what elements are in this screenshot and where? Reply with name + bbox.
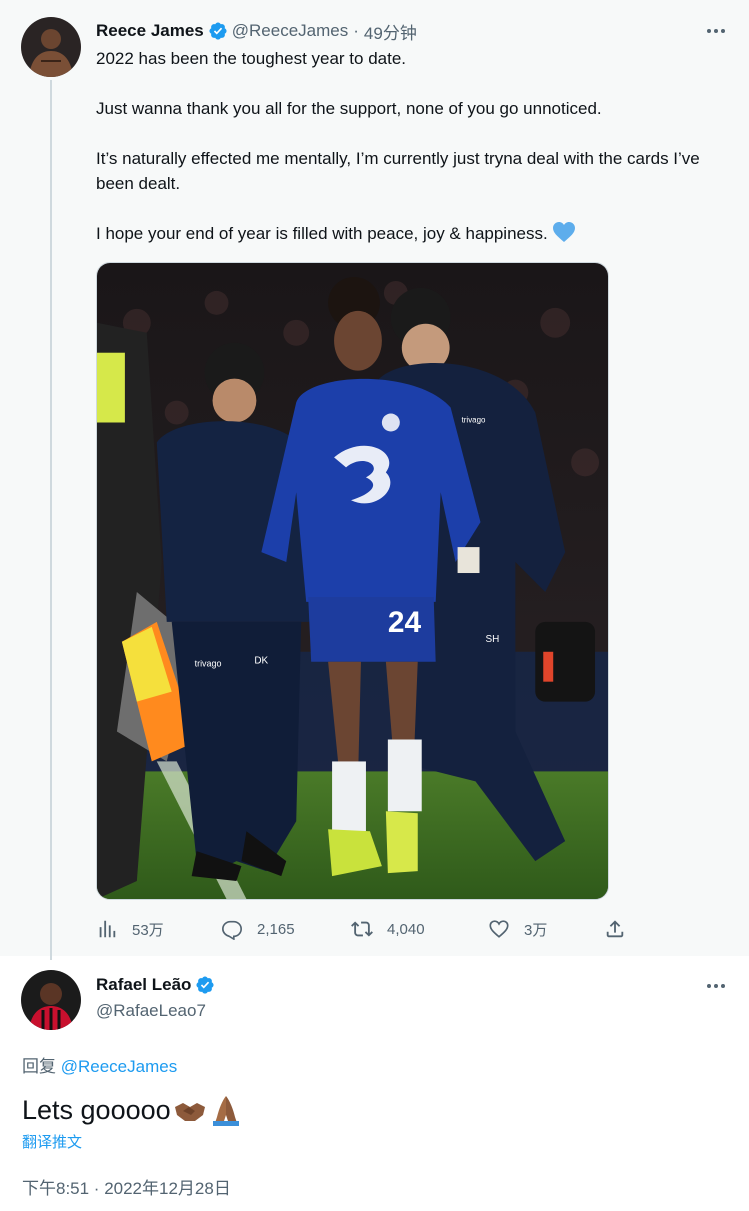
retweet-icon <box>351 921 373 937</box>
separator-dot: · <box>353 21 359 40</box>
tweet-paragraph-2: Just wanna thank you all for the support… <box>96 99 602 118</box>
likes-count: 3万 <box>524 921 548 939</box>
tweet-paragraph-3: It’s naturally effected me mentally, I’m… <box>96 149 700 193</box>
tweet-action-bar: 53万 2,165 4,040 3万 <box>96 916 636 942</box>
staff-initials-left: DK <box>254 656 268 667</box>
reply-text-row: Lets gooooo <box>22 1092 243 1128</box>
author-name[interactable]: Reece James <box>96 21 204 41</box>
reply-action[interactable]: 2,165 <box>221 916 295 942</box>
parent-tweet[interactable]: Reece James @ReeceJames · 49分钟 2022 has … <box>0 0 749 960</box>
handshake-icon <box>174 1103 205 1121</box>
reece-james-avatar[interactable] <box>21 17 81 77</box>
tweet-photo[interactable]: trivago DK trivago SH 24 <box>96 262 609 900</box>
translate-tweet-link[interactable]: 翻译推文 <box>22 1131 82 1152</box>
author-handle[interactable]: @ReeceJames <box>232 21 348 41</box>
rafael-leao-avatar[interactable] <box>21 970 81 1030</box>
sponsor-text-right: trivago <box>462 415 486 424</box>
share-icon <box>606 920 624 938</box>
more-options-icon[interactable] <box>705 20 727 42</box>
tweet-paragraph-4-line: I hope your end of year is filled with p… <box>96 221 716 246</box>
retweet-action[interactable]: 4,040 <box>351 916 425 942</box>
heart-outline-icon <box>489 920 509 938</box>
views-count: 53万 <box>132 921 164 939</box>
reply-icon <box>222 920 242 940</box>
shirt-number: 24 <box>388 606 422 639</box>
reply-author-name[interactable]: Rafael Leão <box>96 975 191 995</box>
views-action[interactable]: 53万 <box>96 916 164 942</box>
replies-count: 2,165 <box>257 920 295 938</box>
tweet-time[interactable]: 49分钟 <box>364 19 417 44</box>
reply-label: 回复 <box>22 1057 56 1076</box>
tweet-paragraph-1: 2022 has been the toughest year to date. <box>96 49 407 68</box>
reply-timestamp[interactable]: 下午8:51 · 2022年12月28日 <box>22 1174 231 1199</box>
reply-author-handle[interactable]: @RafaeLeao7 <box>96 1001 206 1021</box>
sponsor-text-left: trivago <box>195 659 222 669</box>
tweet-header: Reece James @ReeceJames · 49分钟 <box>96 19 417 44</box>
blue-heart-icon <box>552 222 575 242</box>
thread-line <box>50 80 52 960</box>
reply-more-options-icon[interactable] <box>705 975 727 997</box>
reply-author-row: Rafael Leão <box>96 975 219 995</box>
verified-badge-icon <box>209 22 227 40</box>
like-action[interactable]: 3万 <box>488 916 547 942</box>
folded-hands-icon <box>212 1096 239 1126</box>
retweets-count: 4,040 <box>387 920 425 938</box>
tweet-paragraph-4: I hope your end of year is filled with p… <box>96 224 548 243</box>
replying-to: 回复 @ReeceJames <box>22 1052 177 1077</box>
share-action[interactable] <box>604 916 640 942</box>
reply-text: Lets gooooo <box>22 1095 171 1125</box>
tweet-text: 2022 has been the toughest year to date.… <box>96 46 716 246</box>
staff-initials-right: SH <box>485 634 499 645</box>
reply-mention-link[interactable]: @ReeceJames <box>61 1057 177 1076</box>
verified-badge-icon <box>196 976 214 994</box>
analytics-icon <box>99 920 116 938</box>
